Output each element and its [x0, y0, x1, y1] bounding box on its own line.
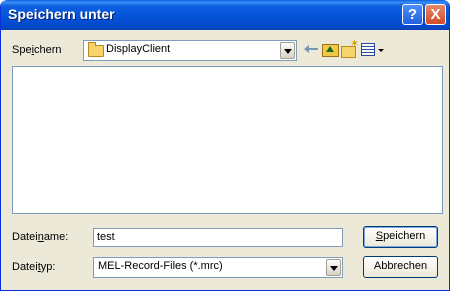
- filetype-dropdown[interactable]: MEL-Record-Files (*.mrc): [93, 257, 343, 278]
- file-list[interactable]: [12, 66, 443, 214]
- filename-input[interactable]: test: [93, 228, 343, 247]
- filename-label: Dateiname:: [12, 231, 69, 243]
- filetype-label: Dateityp:: [12, 261, 56, 273]
- help-button[interactable]: ?: [402, 4, 423, 25]
- save-as-dialog: Speichern unter ? X Speichern DisplayCli…: [0, 0, 450, 291]
- chevron-down-icon[interactable]: [326, 259, 341, 276]
- title-bar[interactable]: Speichern unter ? X: [1, 0, 449, 30]
- save-in-dropdown[interactable]: DisplayClient: [83, 40, 297, 61]
- back-arrow-icon[interactable]: [302, 41, 320, 58]
- up-folder-icon[interactable]: [321, 41, 339, 58]
- save-in-value: DisplayClient: [106, 43, 171, 55]
- dialog-title: Speichern unter: [8, 6, 115, 22]
- folder-icon: [88, 42, 104, 57]
- cancel-button[interactable]: Abbrechen: [363, 256, 438, 278]
- filetype-value: MEL-Record-Files (*.mrc): [98, 260, 223, 272]
- view-menu-icon[interactable]: [360, 41, 385, 58]
- save-button[interactable]: Speichern: [363, 226, 438, 248]
- save-in-label: Speichern: [12, 44, 62, 56]
- new-folder-icon[interactable]: [340, 37, 359, 58]
- close-button[interactable]: X: [425, 4, 446, 25]
- chevron-down-icon[interactable]: [280, 42, 295, 59]
